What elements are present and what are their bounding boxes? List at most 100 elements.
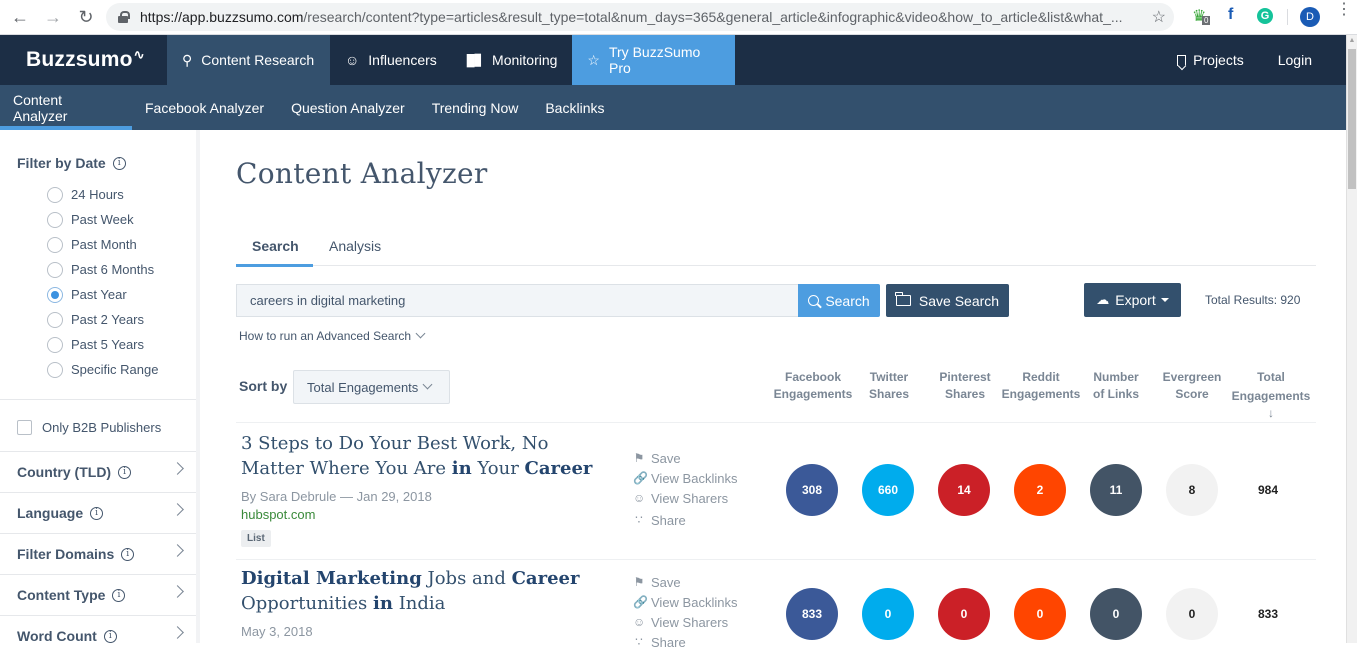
info-icon[interactable]: i [112, 588, 126, 602]
nav-monitoring[interactable]: █▊ Monitoring [452, 35, 573, 85]
date-option-past-month[interactable]: Past Month [47, 232, 158, 257]
pinterest-shares-value[interactable]: 14 [938, 464, 990, 516]
subnav-backlinks[interactable]: Backlinks [532, 85, 618, 130]
info-icon[interactable]: i [121, 547, 135, 561]
col-evergreen-score[interactable]: Evergreen Score [1147, 369, 1237, 403]
info-icon[interactable]: i [103, 629, 117, 643]
advanced-search-label: How to run an Advanced Search [239, 329, 412, 343]
tab-analysis[interactable]: Analysis [313, 226, 397, 266]
menu-icon[interactable]: ⋮ [1336, 2, 1352, 18]
share-action[interactable]: ∵ Share [633, 510, 737, 530]
subnav-question-analyzer[interactable]: Question Analyzer [278, 85, 419, 130]
date-option-past-year[interactable]: Past Year [47, 282, 158, 307]
info-icon[interactable]: i [90, 506, 104, 520]
filter-language[interactable]: Language i [0, 492, 196, 533]
share-icon: ∵ [635, 513, 643, 527]
share-action[interactable]: ∵ Share [633, 632, 737, 652]
filter-country-tld[interactable]: Country (TLD) i [0, 451, 196, 492]
save-action[interactable]: ⚑ Save [633, 448, 737, 468]
scroll-up-icon[interactable]: ▲ [1347, 35, 1357, 47]
nav-influencers[interactable]: ☺ Influencers [330, 35, 452, 85]
profile-avatar[interactable]: D [1300, 7, 1320, 27]
view-backlinks-action[interactable]: 🔗 View Backlinks [633, 592, 737, 612]
b2b-publishers-filter[interactable]: Only B2B Publishers [17, 420, 161, 435]
back-icon[interactable]: ← [9, 6, 31, 28]
nav-content-research[interactable]: ⚲ Content Research [167, 35, 330, 85]
b2b-checkbox[interactable] [17, 420, 32, 435]
number-of-links-value[interactable]: 11 [1090, 464, 1142, 516]
section-label: Content Type [17, 587, 106, 603]
facebook-extension-icon[interactable]: f [1228, 6, 1233, 24]
section-label: Word Count [17, 628, 97, 644]
radio-label: Past Month [71, 237, 137, 252]
radio-button[interactable] [47, 311, 63, 328]
subnav-trending-now[interactable]: Trending Now [419, 85, 533, 130]
radio-button[interactable] [47, 261, 63, 278]
buzzsumo-logo[interactable]: Buzzsumo ∿ [0, 35, 167, 85]
reddit-engagements-value[interactable]: 2 [1014, 464, 1066, 516]
filter-content-type[interactable]: Content Type i [0, 574, 196, 615]
folder-icon [895, 292, 911, 306]
login-link[interactable]: Login [1278, 52, 1312, 68]
bookmark-star-icon[interactable]: ☆ [1152, 7, 1166, 27]
article-title[interactable]: Digital Marketing Jobs and Career Opport… [241, 566, 601, 616]
radio-button[interactable] [47, 236, 63, 253]
date-option-past-2-years[interactable]: Past 2 Years [47, 307, 158, 332]
scrollbar-thumb[interactable] [1348, 49, 1356, 189]
radio-button[interactable] [47, 211, 63, 228]
search-input[interactable]: careers in digital marketing [236, 284, 798, 317]
sort-by-select[interactable]: Total Engagements [293, 370, 450, 404]
search-button[interactable]: Search [798, 284, 880, 317]
subnav-content-analyzer[interactable]: Content Analyzer [0, 85, 132, 130]
col-total-engagements[interactable]: Total Engagements ↓ [1228, 369, 1314, 422]
radio-button-selected[interactable] [47, 286, 63, 303]
info-icon[interactable]: i [118, 465, 132, 479]
nav-try-pro[interactable]: ☆ Try BuzzSumo Pro [572, 35, 736, 85]
sort-by-label: Sort by [239, 378, 288, 394]
pinterest-shares-value[interactable]: 0 [938, 588, 990, 640]
article-title[interactable]: 3 Steps to Do Your Best Work, No Matter … [241, 431, 601, 481]
view-sharers-action[interactable]: ☺ View Sharers [633, 612, 737, 632]
link-icon: 🔗 [633, 471, 648, 485]
projects-link[interactable]: Projects [1177, 52, 1244, 68]
forward-icon[interactable]: → [42, 6, 64, 28]
date-option-past-6-months[interactable]: Past 6 Months [47, 257, 158, 282]
info-icon[interactable]: i [112, 156, 126, 170]
filter-word-count[interactable]: Word Count i [0, 615, 196, 656]
save-search-button[interactable]: Save Search [886, 284, 1009, 317]
reload-icon[interactable]: ↻ [75, 6, 97, 28]
page-scrollbar[interactable]: ▲ [1346, 35, 1357, 643]
extension-icon[interactable]: ♛ 0 [1192, 6, 1211, 26]
chevron-down-icon [415, 328, 426, 338]
view-backlinks-action[interactable]: 🔗 View Backlinks [633, 468, 737, 488]
address-bar[interactable]: https://app.buzzsumo.com/research/conten… [106, 3, 1174, 31]
article-date: Jan 29, 2018 [356, 489, 432, 504]
number-of-links-value[interactable]: 0 [1090, 588, 1142, 640]
advanced-search-link[interactable]: How to run an Advanced Search [239, 328, 426, 343]
view-sharers-action[interactable]: ☺ View Sharers [633, 488, 737, 508]
save-search-label: Save Search [918, 292, 1000, 309]
export-button[interactable]: ☁ Export [1084, 283, 1181, 317]
article-domain[interactable]: hubspot.com [241, 507, 315, 522]
save-action[interactable]: ⚑ Save [633, 572, 737, 592]
title-keyword: in [373, 593, 393, 614]
facebook-engagements-value[interactable]: 308 [786, 464, 838, 516]
radio-button[interactable] [47, 361, 63, 378]
date-option-24-hours[interactable]: 24 Hours [47, 182, 158, 207]
date-option-past-week[interactable]: Past Week [47, 207, 158, 232]
radio-label: Past 5 Years [71, 337, 144, 352]
twitter-shares-value[interactable]: 660 [862, 464, 914, 516]
date-option-past-5-years[interactable]: Past 5 Years [47, 332, 158, 357]
grammarly-icon[interactable]: G [1257, 8, 1273, 24]
toolbar-divider [1287, 9, 1288, 25]
radio-button[interactable] [47, 186, 63, 203]
tab-search[interactable]: Search [236, 226, 313, 267]
subnav-facebook-analyzer[interactable]: Facebook Analyzer [132, 85, 278, 130]
twitter-shares-value[interactable]: 0 [862, 588, 914, 640]
date-option-specific-range[interactable]: Specific Range [47, 357, 158, 382]
facebook-engagements-value[interactable]: 833 [786, 588, 838, 640]
article-author[interactable]: By Sara Debrule [241, 489, 336, 504]
filter-domains[interactable]: Filter Domains i [0, 533, 196, 574]
radio-button[interactable] [47, 336, 63, 353]
reddit-engagements-value[interactable]: 0 [1014, 588, 1066, 640]
